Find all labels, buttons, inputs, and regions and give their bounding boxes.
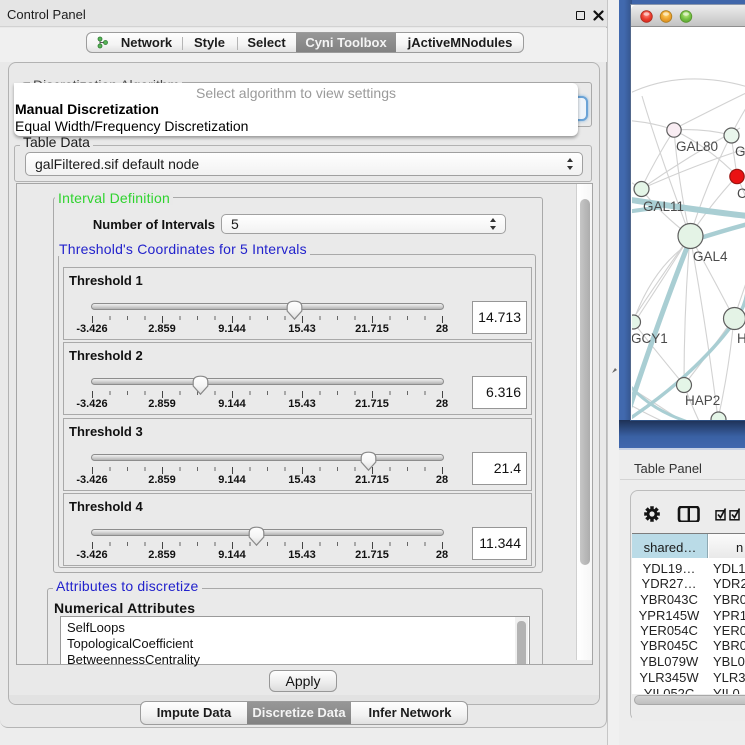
svg-text:GAL4: GAL4 <box>693 249 728 264</box>
svg-text:GAL80: GAL80 <box>676 139 718 154</box>
svg-text:GCY1: GCY1 <box>632 331 668 346</box>
svg-text:GAL11: GAL11 <box>643 199 684 214</box>
svg-text:HAP2: HAP2 <box>685 393 720 408</box>
svg-text:C: C <box>737 186 745 201</box>
svg-text:H: H <box>737 331 745 346</box>
svg-text:GA: GA <box>735 144 745 159</box>
